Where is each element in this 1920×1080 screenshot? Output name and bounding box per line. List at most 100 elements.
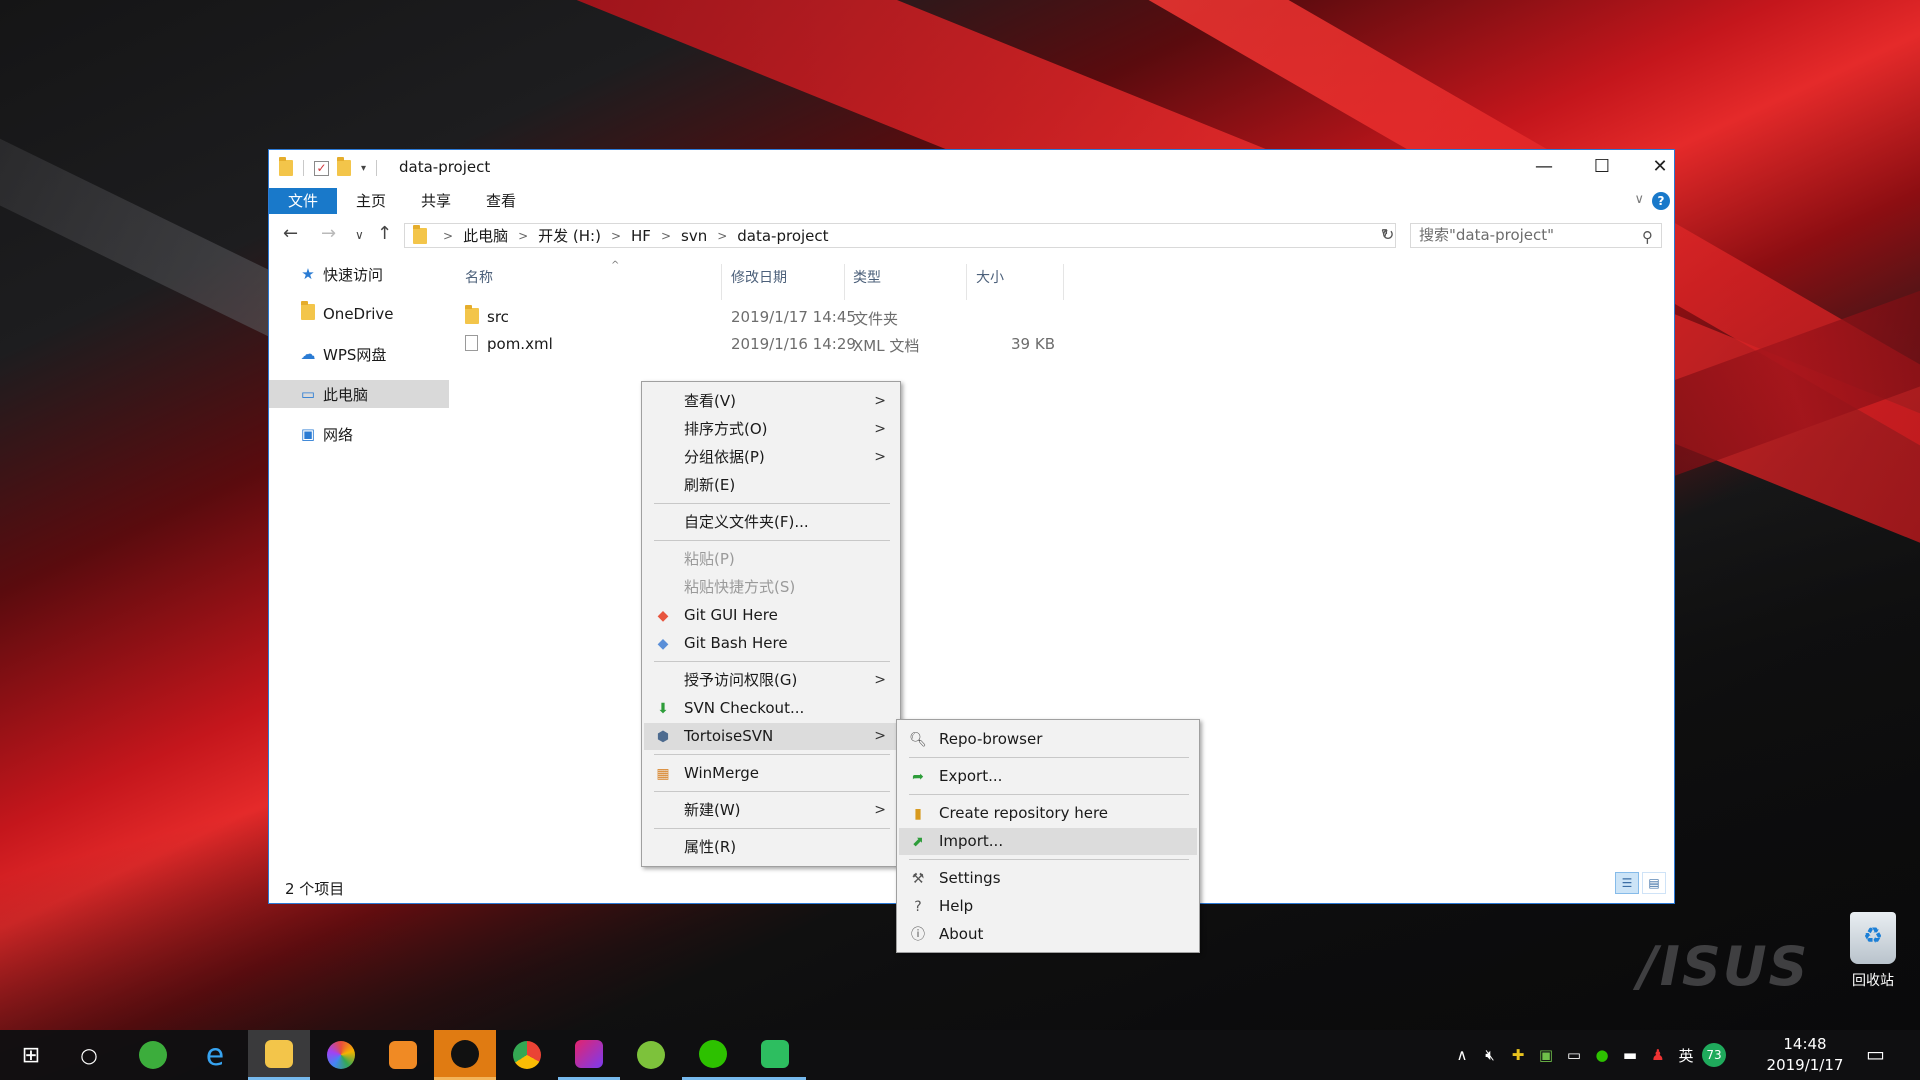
column-header-size[interactable]: 大小	[976, 267, 1004, 289]
menu-item-help[interactable]: ? Help	[899, 893, 1197, 920]
sort-ascending-icon: ^	[611, 260, 620, 271]
taskbar-ie-icon[interactable]: e	[184, 1030, 246, 1080]
menu-item-refresh[interactable]: 刷新(E)	[644, 472, 898, 499]
breadcrumb-hf[interactable]: HF	[631, 227, 651, 245]
up-arrow-icon[interactable]: ↑	[377, 223, 392, 244]
menu-separator	[654, 791, 890, 792]
search-input[interactable]: 搜索"data-project" ⚲	[1410, 223, 1662, 248]
minimize-button[interactable]: —	[1515, 150, 1573, 184]
table-row[interactable]: src 2019/1/17 14:45 文件夹	[459, 305, 1259, 329]
taskbar-wechat-icon[interactable]	[682, 1030, 744, 1080]
menu-item-new[interactable]: 新建(W) >	[644, 797, 898, 824]
expand-ribbon-chevron-icon[interactable]: ∨	[1634, 192, 1644, 207]
menu-item-sort-by[interactable]: 排序方式(O) >	[644, 416, 898, 443]
sidebar-item-this-pc[interactable]: ▭ 此电脑	[269, 380, 449, 408]
menu-item-import[interactable]: ⬈ Import...	[899, 828, 1197, 855]
column-header-modified[interactable]: 修改日期	[731, 267, 787, 289]
tray-app-icon[interactable]: ▣	[1532, 1046, 1560, 1064]
menu-item-properties[interactable]: 属性(R)	[644, 834, 898, 861]
breadcrumb-data-project[interactable]: data-project	[737, 227, 828, 245]
notification-center-icon[interactable]: ▭	[1866, 1042, 1885, 1066]
menu-item-customize-folder[interactable]: 自定义文件夹(F)...	[644, 509, 898, 536]
menu-item-paste-shortcut: 粘贴快捷方式(S)	[684, 578, 796, 596]
battery-icon[interactable]: ▬	[1616, 1046, 1644, 1064]
system-clock[interactable]: 14:48 2019/1/17	[1760, 1034, 1850, 1076]
tab-share[interactable]: 共享	[421, 188, 451, 214]
menu-item-view[interactable]: 查看(V) >	[644, 388, 898, 415]
asus-logo: /ISUS	[1638, 935, 1810, 998]
taskbar-file-explorer-icon[interactable]	[248, 1030, 310, 1080]
menu-item-create-repository[interactable]: ▮ Create repository here	[899, 800, 1197, 827]
recycle-bin[interactable]: 回收站	[1838, 912, 1908, 990]
column-header-name[interactable]: 名称	[465, 267, 493, 289]
forward-arrow-icon[interactable]: →	[321, 223, 336, 244]
close-button[interactable]: ✕	[1631, 150, 1689, 184]
search-icon[interactable]: ⚲	[1642, 226, 1653, 249]
tray-security-icon[interactable]: ✚	[1504, 1046, 1532, 1064]
winmerge-icon: ▦	[656, 766, 670, 782]
details-view-button[interactable]: ☰	[1615, 872, 1639, 894]
tab-file[interactable]: 文件	[269, 188, 337, 214]
tab-home[interactable]: 主页	[356, 188, 386, 214]
address-bar[interactable]: > 此电脑 > 开发 (H:) > HF > svn > data-projec…	[404, 223, 1396, 248]
chevron-right-icon: >	[874, 672, 886, 688]
customize-toolbar-dropdown-icon[interactable]: ▾	[361, 163, 366, 174]
sidebar-item-network[interactable]: ▣ 网络	[269, 420, 449, 448]
create-repo-icon: ▮	[914, 806, 922, 822]
new-folder-icon[interactable]	[337, 157, 351, 176]
sidebar-item-quick-access[interactable]: ★ 快速访问	[269, 260, 449, 288]
tray-qq-icon[interactable]: ♟	[1644, 1046, 1672, 1064]
menu-item-settings[interactable]: ⚒ Settings	[899, 865, 1197, 892]
help-icon[interactable]: ?	[1652, 192, 1670, 210]
menu-item-group-by[interactable]: 分组依据(P) >	[644, 444, 898, 471]
taskbar-photos-icon[interactable]	[310, 1030, 372, 1080]
column-header-type[interactable]: 类型	[853, 267, 881, 289]
table-row[interactable]: pom.xml 2019/1/16 14:29 XML 文档 39 KB	[459, 332, 1259, 356]
large-icons-view-button[interactable]: ▤	[1642, 872, 1666, 894]
menu-item-paste: 粘贴(P)	[684, 550, 735, 568]
menu-item-git-gui[interactable]: ◆ Git GUI Here	[644, 602, 898, 629]
tray-wechat-icon[interactable]: ●	[1588, 1046, 1616, 1064]
taskbar-qq-icon[interactable]	[434, 1030, 496, 1080]
column-separator[interactable]	[844, 264, 845, 300]
breadcrumb-separator: >	[717, 228, 728, 243]
menu-item-winmerge[interactable]: ▦ WinMerge	[644, 760, 898, 787]
properties-check-icon[interactable]: ✓	[314, 160, 329, 176]
menu-item-repo-browser[interactable]: 🔍︎ Repo-browser	[899, 726, 1197, 753]
tab-view[interactable]: 查看	[486, 188, 516, 214]
volume-muted-icon[interactable]: 🔇︎	[1476, 1046, 1504, 1064]
network-icon[interactable]: ▭	[1560, 1046, 1588, 1064]
taskbar-intellij-icon[interactable]	[558, 1030, 620, 1080]
menu-item-about[interactable]: ⓘ About	[899, 921, 1197, 948]
taskbar-sublime-icon[interactable]	[372, 1030, 434, 1080]
column-separator[interactable]	[1063, 264, 1064, 300]
menu-item-git-bash[interactable]: ◆ Git Bash Here	[644, 630, 898, 657]
breadcrumb-drive[interactable]: 开发 (H:)	[538, 225, 601, 246]
back-arrow-icon[interactable]: ←	[283, 223, 298, 244]
tray-badge[interactable]: 73	[1700, 1043, 1728, 1067]
taskbar-evernote-icon[interactable]	[744, 1030, 806, 1080]
show-hidden-icons-chevron-icon[interactable]: ∧	[1448, 1046, 1476, 1064]
column-separator[interactable]	[966, 264, 967, 300]
taskbar-browser-360-icon[interactable]	[122, 1030, 184, 1080]
file-modified: 2019/1/16 14:29	[731, 335, 856, 353]
sidebar-item-wps[interactable]: ☁ WPS网盘	[269, 340, 449, 368]
taskbar-chrome-icon[interactable]	[496, 1030, 558, 1080]
cortana-search-icon[interactable]: ○	[58, 1030, 120, 1080]
breadcrumb-separator: >	[443, 228, 454, 243]
column-separator[interactable]	[721, 264, 722, 300]
recent-locations-chevron-icon[interactable]: ∨	[355, 228, 364, 242]
star-icon: ★	[301, 265, 315, 283]
menu-item-tortoisesvn[interactable]: ⬢ TortoiseSVN >	[644, 723, 898, 750]
refresh-icon[interactable]: ↻	[1381, 225, 1394, 244]
maximize-button[interactable]: ☐	[1573, 150, 1631, 184]
input-language-indicator[interactable]: 英	[1672, 1045, 1700, 1066]
menu-item-give-access[interactable]: 授予访问权限(G) >	[644, 667, 898, 694]
breadcrumb-svn[interactable]: svn	[681, 227, 707, 245]
menu-item-export[interactable]: ➦ Export...	[899, 763, 1197, 790]
start-button[interactable]: ⊞	[0, 1030, 62, 1080]
taskbar-green-app-icon[interactable]	[620, 1030, 682, 1080]
breadcrumb-this-pc[interactable]: 此电脑	[463, 225, 508, 246]
sidebar-item-onedrive[interactable]: OneDrive	[269, 300, 449, 328]
menu-item-svn-checkout[interactable]: ⬇ SVN Checkout...	[644, 695, 898, 722]
